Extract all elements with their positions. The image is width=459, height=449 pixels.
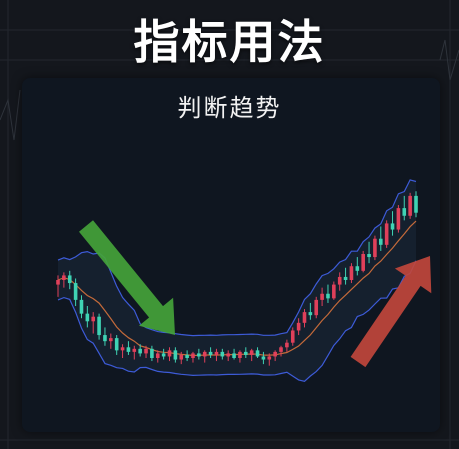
bollinger-candlestick-chart bbox=[56, 179, 432, 382]
candlestick bbox=[408, 192, 412, 219]
candlestick bbox=[373, 235, 377, 261]
candlestick bbox=[384, 220, 389, 248]
candlestick bbox=[314, 296, 319, 319]
candlestick bbox=[396, 205, 401, 233]
candlestick bbox=[361, 250, 365, 273]
